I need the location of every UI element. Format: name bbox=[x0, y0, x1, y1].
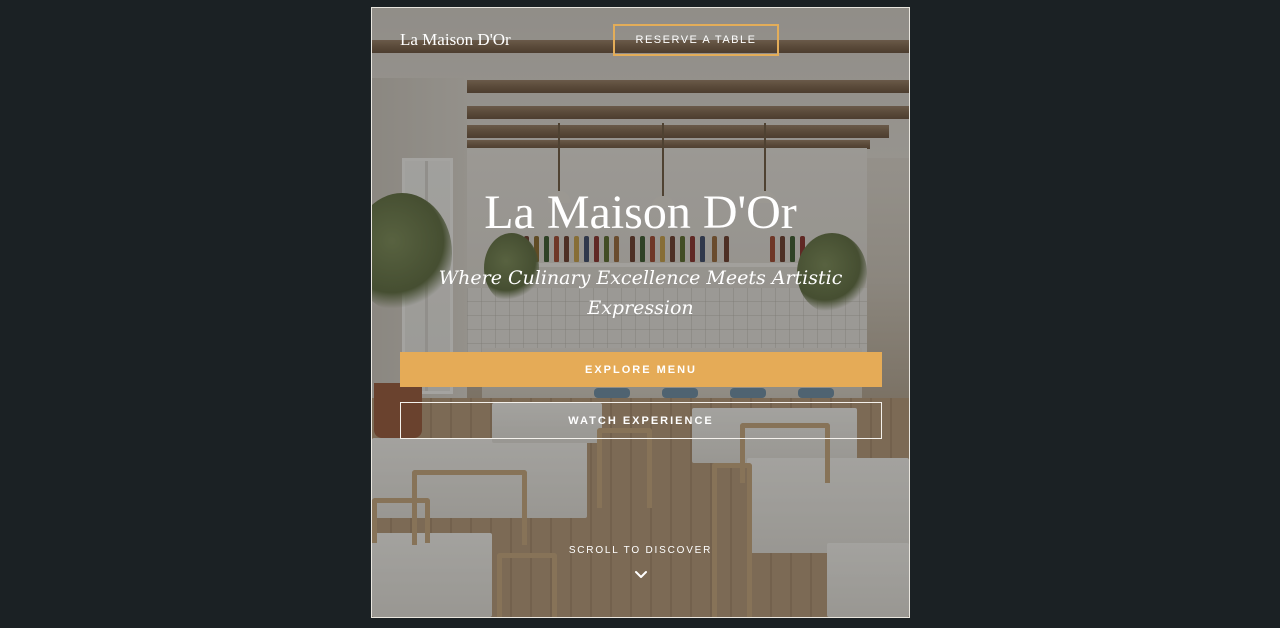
chevron-down-icon[interactable] bbox=[634, 569, 648, 581]
brand-logo[interactable]: La Maison D'Or bbox=[400, 30, 511, 50]
watch-experience-button[interactable]: WATCH EXPERIENCE bbox=[400, 402, 882, 439]
site-header: La Maison D'Or RESERVE A TABLE bbox=[372, 8, 909, 73]
hero-tagline: Where Culinary Excellence Meets Artistic… bbox=[438, 267, 843, 319]
reserve-table-button[interactable]: RESERVE A TABLE bbox=[613, 24, 779, 56]
website-viewport: La Maison D'Or RESERVE A TABLE La Maison… bbox=[371, 7, 910, 618]
hero-title: La Maison D'Or bbox=[484, 186, 797, 239]
explore-menu-button[interactable]: EXPLORE MENU bbox=[400, 352, 882, 387]
scroll-to-discover-label: SCROLL TO DISCOVER bbox=[568, 545, 713, 556]
